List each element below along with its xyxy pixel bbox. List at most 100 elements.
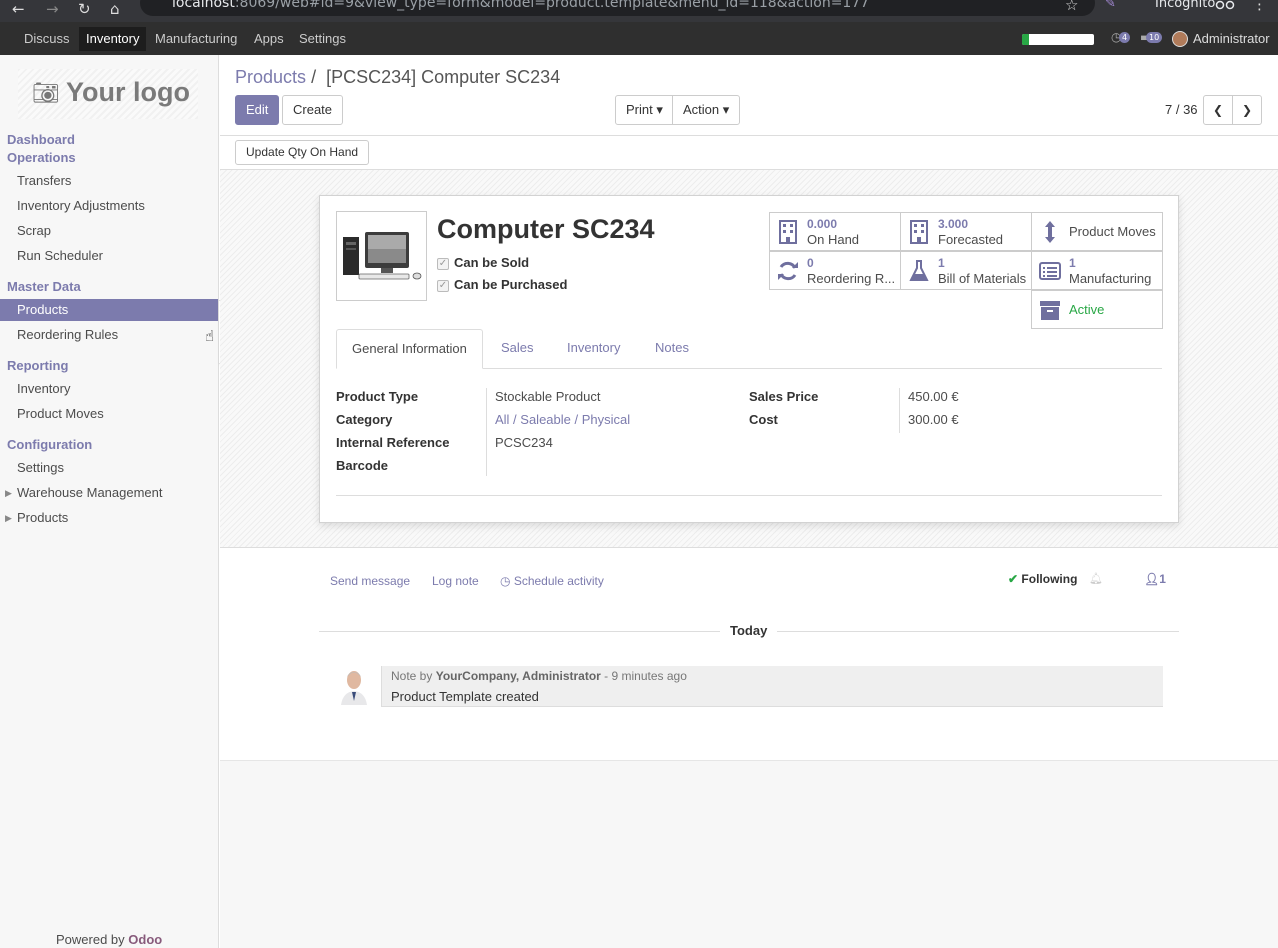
can-be-sold-checkbox[interactable]: ✓ bbox=[437, 258, 449, 270]
incognito-icon bbox=[1215, 0, 1235, 10]
bookmark-star-icon[interactable]: ☆ bbox=[1065, 0, 1078, 14]
sidebar-item-transfers[interactable]: Transfers bbox=[0, 170, 218, 192]
chevron-right-icon: ❯ bbox=[1241, 103, 1253, 117]
followers-button[interactable]: 👤︎1 bbox=[1144, 572, 1166, 586]
sidebar-dashboard[interactable]: Dashboard bbox=[7, 132, 75, 147]
message-header: Note by YourCompany, Administrator - 9 m… bbox=[391, 669, 687, 683]
vertical-arrows-icon bbox=[1045, 221, 1055, 243]
internal-reference-field: PCSC234 bbox=[495, 435, 553, 450]
form-sheet: Computer SC234 ✓ Can be Sold ✓ Can be Pu… bbox=[319, 195, 1179, 523]
app-sidebar: 📷︎ Your logo Dashboard Operations Transf… bbox=[0, 55, 219, 948]
company-logo[interactable]: 📷︎ Your logo bbox=[18, 69, 198, 119]
building-icon bbox=[779, 220, 797, 244]
message-author[interactable]: YourCompany, Administrator bbox=[436, 669, 601, 683]
edit-button[interactable]: Edit bbox=[235, 95, 280, 125]
home-icon[interactable]: ⌂ bbox=[110, 0, 120, 18]
field-divider bbox=[899, 388, 900, 433]
pager-previous-button[interactable]: ❮ bbox=[1203, 95, 1233, 125]
reordering-rules-button[interactable]: 0 Reordering R... bbox=[769, 251, 901, 290]
incognito-label: Incognito bbox=[1155, 0, 1216, 11]
following-button[interactable]: ✔ Following bbox=[1008, 572, 1077, 586]
sidebar-item-inventory-report[interactable]: Inventory bbox=[0, 378, 218, 400]
onboarding-progress-bar[interactable] bbox=[1022, 34, 1094, 45]
menu-discuss[interactable]: Discuss bbox=[17, 27, 77, 51]
sidebar-item-inventory-adjustments[interactable]: Inventory Adjustments bbox=[0, 195, 218, 217]
pager-next-button[interactable]: ❯ bbox=[1232, 95, 1262, 125]
user-menu[interactable]: Administrator bbox=[1193, 31, 1270, 46]
caret-right-icon: ▶ bbox=[5, 513, 12, 523]
url-text[interactable]: localhost:8069/web#id=9&view_type=form&m… bbox=[172, 0, 869, 11]
progress-fill bbox=[1022, 34, 1030, 45]
sales-price-label: Sales Price bbox=[749, 389, 819, 404]
menu-settings[interactable]: Settings bbox=[292, 27, 353, 51]
sidebar-item-reordering-rules[interactable]: Reordering Rules bbox=[0, 324, 218, 346]
sidebar-item-config-products[interactable]: ▶ Products bbox=[0, 507, 218, 529]
tab-sales[interactable]: Sales bbox=[486, 329, 549, 369]
browser-menu-icon[interactable]: ⋮ bbox=[1252, 0, 1267, 13]
update-qty-button[interactable]: Update Qty On Hand bbox=[235, 140, 370, 165]
pager-value[interactable]: 7 / 36 bbox=[1165, 102, 1198, 117]
category-label: Category bbox=[336, 412, 393, 427]
can-be-purchased-checkbox[interactable]: ✓ bbox=[437, 280, 449, 292]
breadcrumb-current: [PCSC234] Computer SC234 bbox=[326, 67, 561, 87]
bill-of-materials-button[interactable]: 1 Bill of Materials bbox=[900, 251, 1032, 290]
print-dropdown[interactable]: Print ▾ bbox=[615, 95, 674, 125]
can-be-purchased-label: Can be Purchased bbox=[454, 277, 568, 292]
flask-icon bbox=[909, 260, 929, 281]
barcode-label: Barcode bbox=[336, 458, 389, 473]
product-image[interactable] bbox=[336, 211, 427, 301]
send-message-button[interactable]: Send message bbox=[330, 574, 410, 588]
tab-inventory[interactable]: Inventory bbox=[552, 329, 635, 369]
category-link[interactable]: All / Saleable / Physical bbox=[495, 412, 630, 427]
tab-general-information[interactable]: General Information bbox=[336, 329, 483, 369]
back-icon[interactable]: ← bbox=[12, 0, 25, 18]
author-avatar[interactable] bbox=[339, 667, 369, 705]
chevron-left-icon: ❮ bbox=[1212, 103, 1224, 117]
manufacturing-button[interactable]: 1 Manufacturing bbox=[1031, 251, 1163, 290]
action-dropdown[interactable]: Action ▾ bbox=[672, 95, 741, 125]
forward-icon[interactable]: → bbox=[46, 0, 59, 18]
sidebar-reporting-header: Reporting bbox=[7, 358, 69, 373]
message-note: Note by YourCompany, Administrator - 9 m… bbox=[381, 666, 1163, 707]
log-note-button[interactable]: Log note bbox=[432, 574, 479, 588]
user-avatar[interactable] bbox=[1172, 31, 1188, 47]
sidebar-item-product-moves[interactable]: Product Moves bbox=[0, 403, 218, 425]
can-be-sold-label: Can be Sold bbox=[454, 255, 530, 270]
menu-manufacturing[interactable]: Manufacturing bbox=[148, 27, 244, 51]
empty-area bbox=[220, 760, 1278, 948]
product-type-field: Stockable Product bbox=[495, 389, 601, 404]
building-icon bbox=[910, 220, 928, 244]
create-button[interactable]: Create bbox=[282, 95, 344, 125]
refresh-icon bbox=[778, 261, 798, 281]
forecasted-button[interactable]: 3.000 Forecasted bbox=[900, 212, 1032, 251]
reload-icon[interactable]: ↻ bbox=[78, 0, 91, 18]
divider bbox=[220, 135, 1278, 136]
on-hand-button[interactable]: 0.000 On Hand bbox=[769, 212, 901, 251]
sidebar-item-settings[interactable]: Settings bbox=[0, 457, 218, 479]
tab-notes[interactable]: Notes bbox=[640, 329, 704, 369]
list-alt-icon bbox=[1039, 262, 1061, 280]
sidebar-item-warehouse-management[interactable]: ▶ Warehouse Management bbox=[0, 482, 218, 504]
sidebar-item-products[interactable]: Products bbox=[0, 299, 218, 321]
camera-icon: 📷︎ bbox=[32, 80, 60, 105]
clock-icon: ◷ bbox=[500, 574, 511, 588]
field-divider bbox=[486, 388, 487, 476]
odoo-link[interactable]: Odoo bbox=[128, 932, 162, 947]
active-toggle-button[interactable]: Active bbox=[1031, 290, 1163, 329]
product-moves-button[interactable]: Product Moves bbox=[1031, 212, 1163, 251]
sidebar-item-scrap[interactable]: Scrap bbox=[0, 220, 218, 242]
message-body: Product Template created bbox=[391, 689, 539, 704]
bell-icon[interactable]: 🔔︎ bbox=[1089, 572, 1103, 585]
control-panel: Products / [PCSC234] Computer SC234 Edit… bbox=[220, 55, 1278, 170]
sidebar-master-data-header: Master Data bbox=[7, 279, 81, 294]
sidebar-item-run-scheduler[interactable]: Run Scheduler bbox=[0, 245, 218, 267]
schedule-activity-button[interactable]: ◷ Schedule activity bbox=[500, 574, 604, 588]
messages-count-badge: 10 bbox=[1146, 32, 1163, 43]
activity-count-badge: 4 bbox=[1119, 32, 1131, 43]
menu-inventory[interactable]: Inventory bbox=[79, 27, 147, 51]
extension-icon[interactable]: ✎ bbox=[1105, 0, 1116, 11]
cost-field: 300.00 € bbox=[908, 412, 959, 427]
breadcrumb-products-link[interactable]: Products bbox=[235, 67, 306, 87]
menu-apps[interactable]: Apps bbox=[247, 27, 291, 51]
caret-down-icon: ▾ bbox=[656, 102, 663, 117]
